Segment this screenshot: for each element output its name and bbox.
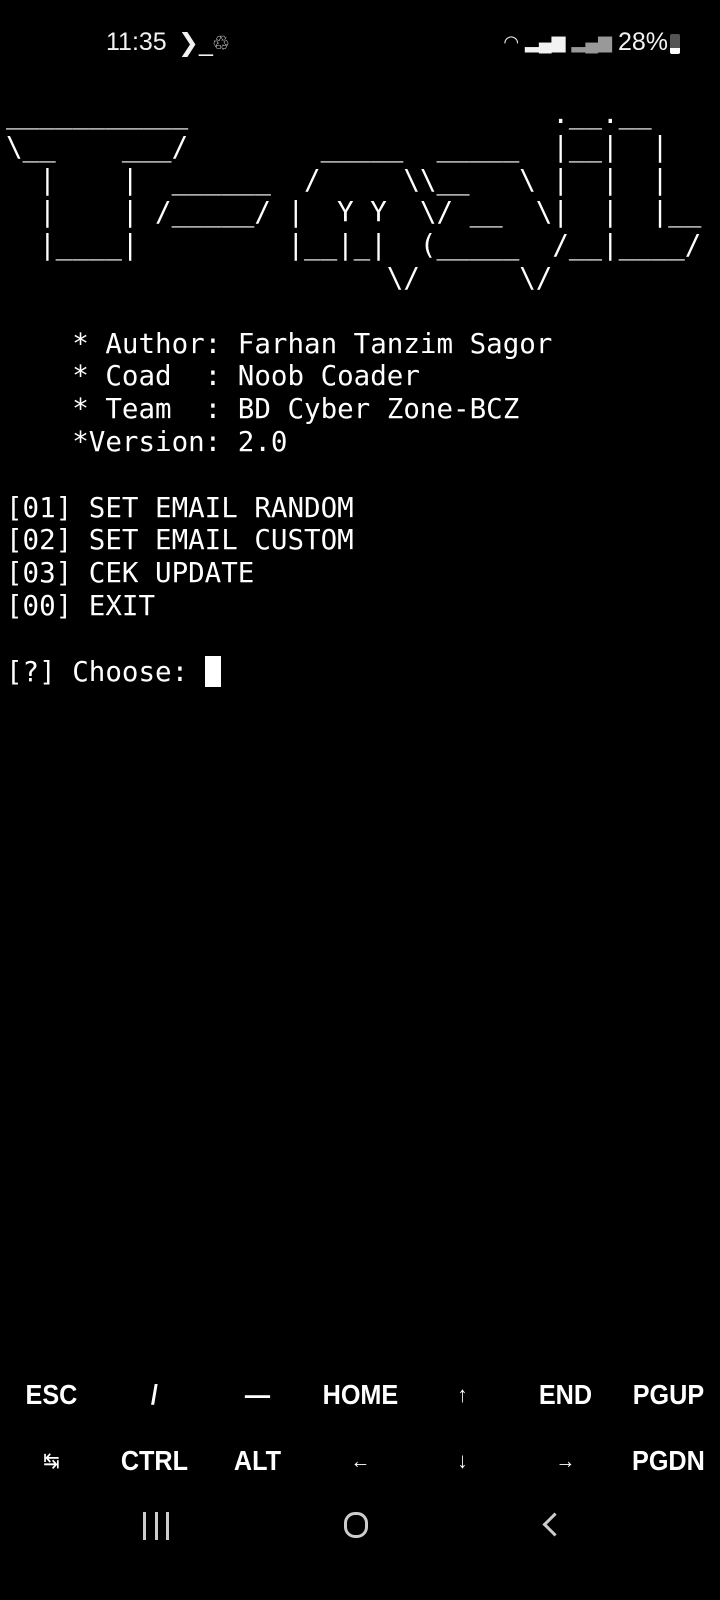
menu-item-random: [01] SET EMAIL RANDOM <box>6 491 354 524</box>
signal-icon: ▂▄▆ <box>571 32 612 52</box>
key-left[interactable]: ← <box>314 1448 407 1474</box>
home-icon[interactable] <box>344 1512 368 1538</box>
key-ctrl[interactable]: CTRL <box>108 1445 201 1477</box>
terminal-output[interactable]: ___________ .__.__ \__ ___/ _____ _____ |… <box>6 98 701 688</box>
banner-line: \__ ___/ _____ _____ |__| | <box>6 130 669 163</box>
key-alt[interactable]: ALT <box>211 1445 304 1477</box>
key-esc[interactable]: ESC <box>5 1379 98 1411</box>
banner-line: | | /_____/ | Y Y \/ __ \| | |__ <box>6 196 702 229</box>
terminal-icon: ❯_ <box>178 29 213 57</box>
clock: 11:35 <box>106 28 167 56</box>
menu-item-exit: [00] EXIT <box>6 589 156 622</box>
banner-line: |____| |__|_| (_____ /__|____/ <box>6 229 702 262</box>
key-end[interactable]: END <box>519 1379 612 1411</box>
key-pgdn[interactable]: PGDN <box>622 1445 715 1477</box>
key-dash[interactable]: — <box>211 1379 304 1411</box>
key-pgup[interactable]: PGUP <box>622 1379 715 1411</box>
key-tab[interactable]: ↹ <box>5 1448 98 1474</box>
battery-percent: 28% <box>617 28 668 56</box>
battery-icon <box>670 34 680 54</box>
key-right[interactable]: → <box>519 1448 612 1474</box>
menu-item-custom: [02] SET EMAIL CUSTOM <box>6 524 354 557</box>
info-version: *Version: 2.0 <box>6 425 288 458</box>
banner-line: \/ \/ <box>6 261 553 294</box>
menu-item-update: [03] CEK UPDATE <box>6 557 255 590</box>
wifi-icon: ◠ <box>503 32 520 52</box>
cursor <box>204 655 221 687</box>
key-down[interactable]: ↓ <box>417 1448 510 1474</box>
key-up[interactable]: ↑ <box>417 1382 510 1408</box>
recents-icon[interactable] <box>143 1512 169 1540</box>
info-author: * Author: Farhan Tanzim Sagor <box>6 327 553 360</box>
back-icon[interactable] <box>542 1512 567 1537</box>
navigation-bar <box>0 1500 720 1560</box>
notification-app-icon: ♲ <box>212 33 230 55</box>
info-coad: * Coad : Noob Coader <box>6 360 420 393</box>
banner-line: ___________ .__.__ <box>6 98 652 130</box>
extra-keys-bar: ESC / — HOME ↑ END PGUP ↹ CTRL ALT ← ↓ →… <box>0 1362 720 1494</box>
banner-line: | | ______ / \\__ \ | | | <box>6 163 669 196</box>
key-home[interactable]: HOME <box>314 1379 407 1411</box>
signal-icon: ▂▄▆ <box>525 32 566 52</box>
status-bar: 11:35 ❯_ ♲ ◠ ▂▄▆ ▂▄▆ 28% <box>0 22 720 66</box>
info-team: * Team : BD Cyber Zone-BCZ <box>6 393 520 426</box>
prompt: [?] Choose: <box>6 655 205 688</box>
key-slash[interactable]: / <box>108 1379 201 1411</box>
